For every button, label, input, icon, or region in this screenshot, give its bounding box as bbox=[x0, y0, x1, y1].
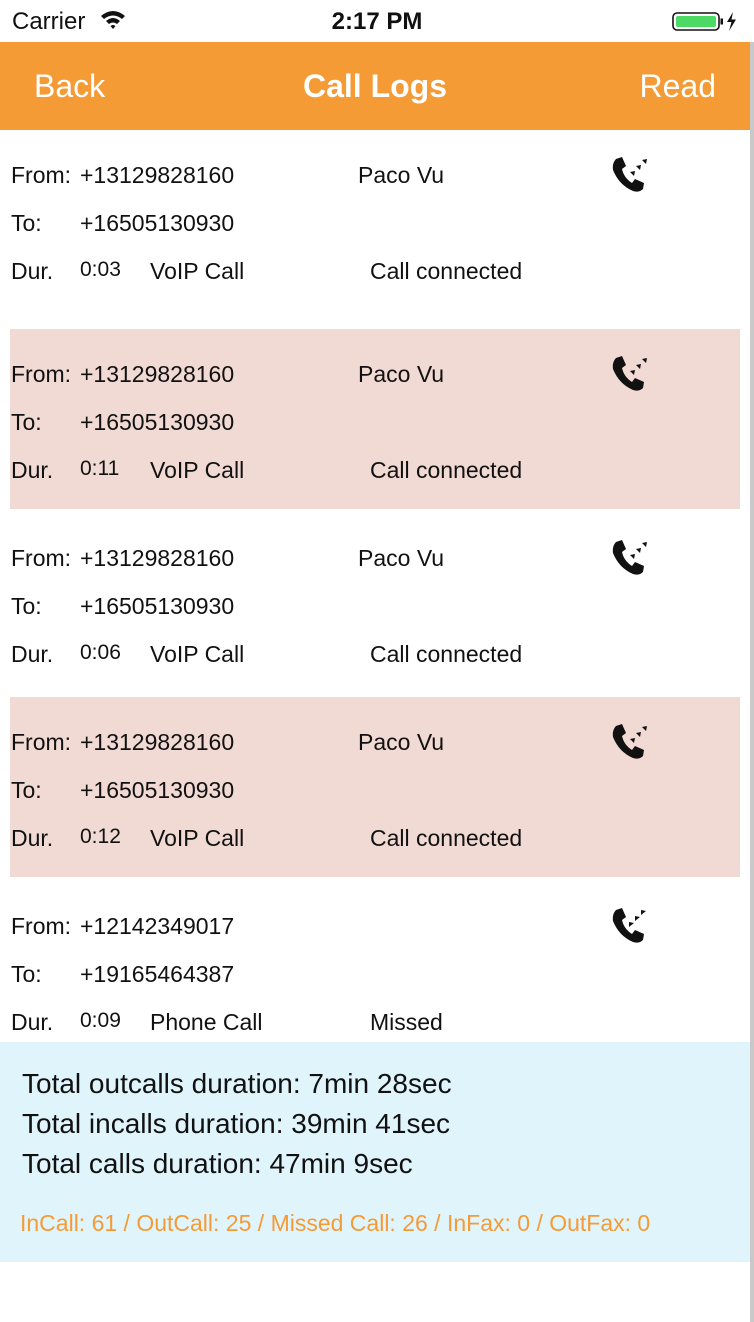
call-log-row[interactable]: From: +13129828160 Paco Vu To: +16505130… bbox=[0, 697, 750, 877]
duration-value: 0:03 bbox=[80, 258, 121, 281]
from-number: +12142349017 bbox=[80, 913, 235, 939]
outgoing-call-icon[interactable] bbox=[609, 353, 649, 393]
total-calls-duration: Total calls duration: 47min 9sec bbox=[22, 1148, 413, 1179]
call-status: Call connected bbox=[370, 457, 523, 483]
call-logs-screen: Carrier 2:17 PM Back Call Logs Read From… bbox=[0, 0, 754, 1322]
from-label: From: bbox=[11, 545, 72, 571]
call-summary-panel: Total outcalls duration: 7min 28sec Tota… bbox=[0, 1042, 750, 1262]
call-log-row[interactable]: From: +13129828160 Paco Vu To: +16505130… bbox=[0, 130, 750, 310]
duration-label: Dur. bbox=[11, 258, 54, 284]
call-type: VoIP Call bbox=[150, 641, 245, 667]
duration-label: Dur. bbox=[11, 457, 54, 483]
battery-icon bbox=[672, 12, 736, 31]
call-status: Call connected bbox=[370, 825, 523, 851]
duration-label: Dur. bbox=[11, 641, 54, 667]
call-status: Call connected bbox=[370, 258, 523, 284]
total-outcalls-duration: Total outcalls duration: 7min 28sec bbox=[22, 1068, 452, 1099]
call-status: Missed bbox=[370, 1009, 443, 1035]
to-number: +16505130930 bbox=[80, 210, 235, 236]
right-edge-divider bbox=[750, 42, 754, 1322]
duration-value: 0:11 bbox=[80, 457, 120, 480]
call-log-row[interactable]: From: +12142349017 To: +19165464387 Dur.… bbox=[0, 881, 750, 1061]
to-label: To: bbox=[11, 777, 42, 803]
from-number: +13129828160 bbox=[80, 545, 235, 571]
call-type: VoIP Call bbox=[150, 457, 245, 483]
incoming-call-icon[interactable] bbox=[609, 905, 649, 945]
to-label: To: bbox=[11, 409, 42, 435]
clock: 2:17 PM bbox=[331, 8, 423, 35]
read-button[interactable]: Read bbox=[640, 68, 717, 105]
from-number: +13129828160 bbox=[80, 361, 235, 387]
duration-value: 0:06 bbox=[80, 641, 121, 664]
contact-name: Paco Vu bbox=[358, 545, 445, 571]
to-number: +16505130930 bbox=[80, 409, 235, 435]
from-label: From: bbox=[11, 913, 72, 939]
call-type: VoIP Call bbox=[150, 825, 245, 851]
from-label: From: bbox=[11, 162, 72, 188]
duration-label: Dur. bbox=[11, 825, 54, 851]
call-counts: InCall: 61 / OutCall: 25 / Missed Call: … bbox=[20, 1210, 651, 1236]
from-number: +13129828160 bbox=[80, 729, 235, 755]
to-label: To: bbox=[11, 593, 42, 619]
outgoing-call-icon[interactable] bbox=[609, 537, 649, 577]
call-log-row[interactable]: From: +13129828160 Paco Vu To: +16505130… bbox=[0, 329, 750, 509]
contact-name: Paco Vu bbox=[358, 162, 445, 188]
call-status: Call connected bbox=[370, 641, 523, 667]
call-log-row[interactable]: From: +13129828160 Paco Vu To: +16505130… bbox=[0, 513, 750, 693]
to-number: +16505130930 bbox=[80, 777, 235, 803]
duration-value: 0:12 bbox=[80, 825, 121, 848]
to-label: To: bbox=[11, 961, 42, 987]
from-number: +13129828160 bbox=[80, 162, 235, 188]
total-incalls-duration: Total incalls duration: 39min 41sec bbox=[22, 1108, 451, 1139]
from-label: From: bbox=[11, 729, 72, 755]
to-number: +16505130930 bbox=[80, 593, 235, 619]
contact-name: Paco Vu bbox=[358, 361, 445, 387]
duration-value: 0:09 bbox=[80, 1009, 121, 1032]
call-type: VoIP Call bbox=[150, 258, 245, 284]
navigation-bar: Back Call Logs Read bbox=[0, 42, 750, 130]
outgoing-call-icon[interactable] bbox=[609, 721, 649, 761]
call-type: Phone Call bbox=[150, 1009, 263, 1035]
outgoing-call-icon[interactable] bbox=[609, 154, 649, 194]
to-label: To: bbox=[11, 210, 42, 236]
page-title: Call Logs bbox=[302, 68, 447, 104]
contact-name: Paco Vu bbox=[358, 729, 445, 755]
duration-label: Dur. bbox=[11, 1009, 54, 1035]
from-label: From: bbox=[11, 361, 72, 387]
status-bar: Carrier 2:17 PM bbox=[0, 0, 754, 42]
to-number: +19165464387 bbox=[80, 961, 235, 987]
